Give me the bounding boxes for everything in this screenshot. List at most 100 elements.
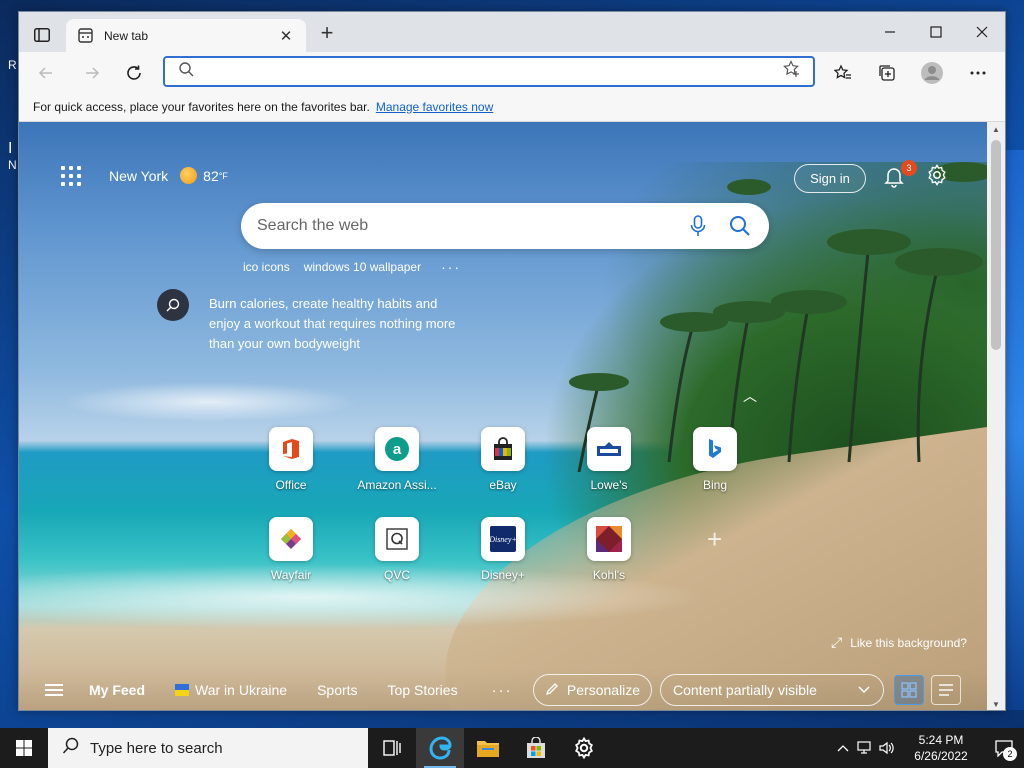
quick-link-disney-plus[interactable]: Disney+ Disney+: [463, 517, 543, 582]
chevron-up-icon[interactable]: [832, 744, 854, 752]
network-icon[interactable]: [854, 741, 876, 755]
taskbar-search-box[interactable]: Type here to search: [48, 728, 368, 768]
tab-strip: New tab ✕ +: [19, 12, 1005, 52]
feed-tab-war-in-ukraine[interactable]: War in Ukraine: [175, 682, 287, 698]
new-tab-button[interactable]: +: [315, 22, 339, 46]
grid-layout-icon[interactable]: [894, 675, 924, 705]
tab-title: New tab: [104, 28, 149, 43]
weather-city: New York: [109, 167, 169, 184]
feed-navigation-bar: My Feed War in Ukraine Sports Top Storie…: [19, 668, 989, 710]
apps-launcher-icon[interactable]: [61, 166, 81, 186]
daily-tip[interactable]: Burn calories, create healthy habits and…: [157, 289, 459, 354]
volume-icon[interactable]: [876, 741, 898, 755]
back-arrow-icon[interactable]: [31, 58, 61, 88]
quick-link-bing[interactable]: Bing: [675, 427, 755, 492]
suggestion-item[interactable]: ico icons: [243, 260, 290, 274]
add-favorite-icon[interactable]: [783, 60, 801, 83]
manage-favorites-link[interactable]: Manage favorites now: [376, 100, 493, 114]
microphone-icon[interactable]: [677, 205, 719, 247]
close-window-icon[interactable]: [959, 12, 1005, 52]
quick-link-kohls[interactable]: Kohl's: [569, 517, 649, 582]
page-settings-gear-icon[interactable]: [926, 164, 950, 188]
web-search-box[interactable]: [241, 203, 769, 249]
favorites-bar: For quick access, place your favorites h…: [19, 92, 1005, 122]
feed-menu-icon[interactable]: [45, 681, 63, 699]
more-options-icon[interactable]: [963, 58, 993, 88]
action-center-icon[interactable]: 2: [984, 728, 1024, 768]
bing-icon: [693, 427, 737, 471]
quick-link-label: Bing: [702, 478, 728, 492]
weather-widget[interactable]: New York 82 °F: [109, 167, 228, 184]
edge-taskbar-icon[interactable]: [416, 728, 464, 768]
add-quick-link-icon[interactable]: +: [707, 524, 722, 555]
quick-link-lowes[interactable]: Lowe's: [569, 427, 649, 492]
microsoft-store-icon[interactable]: [512, 728, 560, 768]
tab-new-tab[interactable]: New tab ✕: [66, 19, 306, 52]
expand-arrows-icon: ⤢: [831, 634, 843, 650]
quick-link-wayfair[interactable]: Wayfair: [251, 517, 331, 582]
feed-tab-top-stories[interactable]: Top Stories: [388, 682, 458, 698]
address-input[interactable]: [206, 59, 783, 84]
system-tray: 5:24 PM 6/26/2022 2: [832, 728, 1024, 768]
edge-browser-window: New tab ✕ + For quick access, place your…: [18, 11, 1006, 711]
kohls-icon: [587, 517, 631, 561]
profile-avatar-icon[interactable]: [917, 58, 947, 88]
maximize-icon[interactable]: [913, 12, 959, 52]
quick-link-label: Office: [275, 478, 307, 492]
taskbar-clock[interactable]: 5:24 PM 6/26/2022: [902, 732, 980, 764]
close-tab-icon[interactable]: ✕: [276, 27, 296, 45]
minimize-icon[interactable]: [867, 12, 913, 52]
quick-link-amazon-assistant[interactable]: a Amazon Assi...: [357, 427, 437, 492]
scroll-down-icon[interactable]: ▼: [987, 700, 1005, 709]
settings-gear-icon[interactable]: [560, 728, 608, 768]
quick-link-office[interactable]: Office: [251, 427, 331, 492]
tab-actions-icon[interactable]: [27, 22, 57, 48]
task-view-icon[interactable]: [368, 728, 416, 768]
content-visibility-dropdown[interactable]: Content partially visible: [660, 674, 884, 706]
quick-link-label: Kohl's: [592, 568, 626, 582]
refresh-icon[interactable]: [119, 58, 149, 88]
suggestion-item[interactable]: windows 10 wallpaper: [304, 260, 421, 274]
feed-tab-label: War in Ukraine: [195, 682, 288, 698]
quick-link-ebay[interactable]: eBay: [463, 427, 543, 492]
page-scrollbar[interactable]: ▲ ▼: [987, 122, 1005, 710]
desktop-icon-fragment: I: [8, 140, 13, 157]
quick-link-label: QVC: [383, 568, 410, 582]
background-palms: [569, 162, 989, 472]
suggestions-more-icon[interactable]: ···: [441, 259, 461, 275]
chevron-down-icon: [857, 682, 871, 699]
disney-plus-icon: Disney+: [481, 517, 525, 561]
collapse-tiles-chevron-icon[interactable]: ︿: [743, 386, 757, 406]
sign-in-button[interactable]: Sign in: [794, 164, 866, 193]
feed-tab-my-feed[interactable]: My Feed: [89, 682, 145, 698]
action-center-badge: 2: [1003, 747, 1017, 761]
notifications-badge: 3: [901, 160, 917, 176]
quick-link-label: Amazon Assi...: [357, 478, 437, 492]
file-explorer-icon[interactable]: [464, 728, 512, 768]
pencil-icon: [545, 682, 559, 699]
search-submit-icon[interactable]: [719, 205, 761, 247]
quick-link-qvc[interactable]: QVC: [357, 517, 437, 582]
scroll-thumb[interactable]: [991, 140, 1001, 350]
forward-arrow-icon[interactable]: [77, 58, 107, 88]
clock-date: 6/26/2022: [914, 749, 968, 763]
feed-more-icon[interactable]: ···: [492, 682, 513, 699]
desktop-icon-fragment: N: [8, 158, 17, 172]
new-tab-page: New York 82°F Sign in 3 ico icons window…: [19, 122, 989, 710]
web-search-input[interactable]: [257, 217, 677, 235]
address-bar[interactable]: [163, 56, 815, 87]
favorites-icon[interactable]: [828, 58, 858, 88]
like-background-link[interactable]: ⤢ Like this background?: [831, 634, 967, 651]
collections-icon[interactable]: [872, 58, 902, 88]
browser-toolbar: [19, 52, 1005, 92]
like-background-text: Like this background?: [850, 635, 967, 650]
quick-link-label: Lowe's: [590, 478, 628, 492]
favorites-bar-message: For quick access, place your favorites h…: [33, 99, 370, 114]
sunny-weather-icon: [180, 167, 198, 184]
list-layout-icon[interactable]: [931, 675, 961, 705]
start-button-windows-icon[interactable]: [0, 728, 48, 768]
feed-tab-sports[interactable]: Sports: [317, 682, 357, 698]
windows-taskbar: Type here to search 5:24 PM 6/26/2022 2: [0, 728, 1024, 768]
scroll-up-icon[interactable]: ▲: [987, 125, 1005, 134]
personalize-button[interactable]: Personalize: [533, 674, 652, 706]
